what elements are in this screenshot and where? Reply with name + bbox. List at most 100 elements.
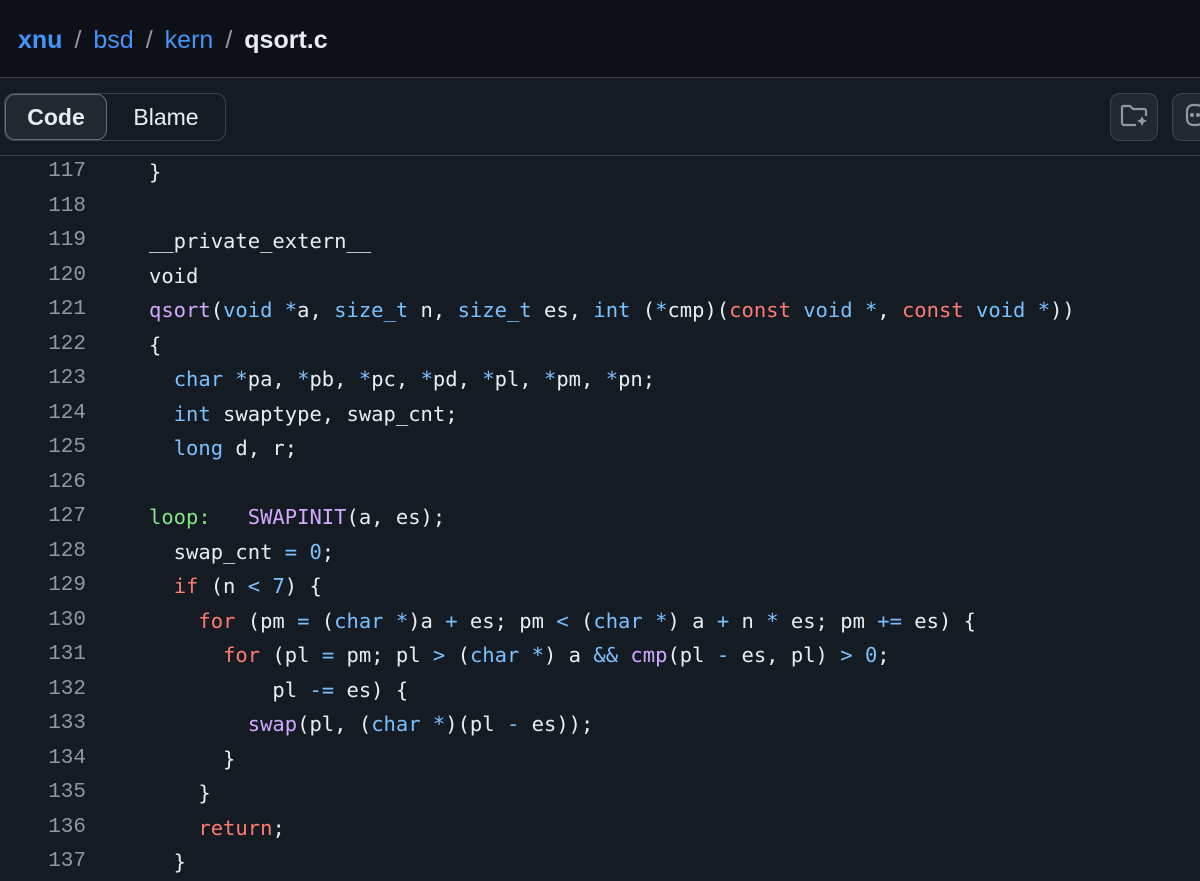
code-token: * <box>864 298 878 322</box>
code-line: 117} <box>0 155 1200 190</box>
copilot-folder-icon <box>1119 101 1149 134</box>
code-token: es)); <box>519 712 594 736</box>
code-token: + <box>716 608 730 633</box>
code-token: = <box>284 539 298 564</box>
code-token: (pl <box>667 643 717 667</box>
code-token: * <box>766 608 779 633</box>
line-number[interactable]: 136 <box>0 811 86 846</box>
code-token: ) a <box>667 608 717 633</box>
line-number[interactable]: 128 <box>0 535 86 570</box>
code-token: ( <box>445 643 470 667</box>
line-number[interactable]: 124 <box>0 397 86 432</box>
code-view-button[interactable]: Code <box>5 94 107 140</box>
code-token: + <box>445 608 458 633</box>
code-token: char <box>593 608 643 633</box>
code-token: pb, <box>309 367 359 391</box>
line-number[interactable]: 127 <box>0 500 86 535</box>
line-number[interactable]: 133 <box>0 707 86 742</box>
code-token: ( <box>568 608 594 633</box>
line-content: long d, r; <box>149 431 297 466</box>
line-number[interactable]: 123 <box>0 362 86 397</box>
code-token: n, <box>408 298 458 322</box>
line-content: } <box>149 155 161 190</box>
line-number[interactable]: 126 <box>0 466 86 501</box>
code-token: (pm <box>235 608 298 633</box>
code-token: (n <box>198 574 248 598</box>
code-token: > <box>840 643 853 667</box>
code-token: for <box>198 608 236 633</box>
breadcrumb-repo-link[interactable]: xnu <box>18 26 62 54</box>
line-number[interactable]: 121 <box>0 293 86 328</box>
code-token: pm, <box>556 367 606 391</box>
line-number[interactable]: 135 <box>0 776 86 811</box>
breadcrumb-separator: / <box>145 26 153 54</box>
line-number[interactable]: 129 <box>0 569 86 604</box>
line-number[interactable]: 120 <box>0 259 86 294</box>
line-content: int swaptype, swap_cnt; <box>149 397 458 432</box>
code-token: size_t <box>334 298 409 322</box>
code-token: es; pm <box>778 608 878 633</box>
code-token: ; <box>877 643 890 667</box>
code-token: pc, <box>371 367 421 391</box>
code-token: ) { <box>284 574 322 598</box>
code-token: * <box>482 367 495 391</box>
code-line: 131 for (pl = pm; pl > (char *) a && cmp… <box>0 638 1200 673</box>
breadcrumb: xnu / bsd / kern / qsort.c <box>18 24 328 56</box>
breadcrumb-separator: / <box>74 26 82 54</box>
file-header: xnu / bsd / kern / qsort.c <box>0 0 1200 78</box>
line-number[interactable]: 125 <box>0 431 86 466</box>
code-token: < <box>556 608 569 633</box>
line-number[interactable]: 134 <box>0 742 86 777</box>
code-token: qsort <box>149 298 211 322</box>
breadcrumb-dir-kern-link[interactable]: kern <box>165 26 214 54</box>
code-token: > <box>432 643 446 667</box>
line-content: { <box>149 328 161 363</box>
code-token: swaptype, swap_cnt; <box>210 401 458 426</box>
code-token: for <box>223 643 261 667</box>
code-token: const <box>729 298 791 322</box>
line-number[interactable]: 122 <box>0 328 86 363</box>
code-token: char <box>173 367 224 391</box>
code-token: * <box>432 712 446 736</box>
code-token: = <box>297 608 310 633</box>
code-token: } <box>149 746 236 771</box>
code-token: } <box>149 850 187 874</box>
code-token: es) { <box>901 608 977 633</box>
line-number[interactable]: 130 <box>0 604 86 639</box>
code-line: 133 swap(pl, (char *)(pl - es)); <box>0 707 1200 742</box>
blame-view-button[interactable]: Blame <box>107 94 225 140</box>
line-number[interactable]: 137 <box>0 845 86 880</box>
copilot-icon <box>1181 101 1200 134</box>
code-line: 118 <box>0 190 1200 225</box>
copilot-button[interactable] <box>1172 93 1200 141</box>
copilot-folder-button[interactable] <box>1110 93 1158 141</box>
line-number[interactable]: 131 <box>0 638 86 673</box>
code-token: es; pm <box>457 608 557 633</box>
code-token: es, pl) <box>729 643 841 667</box>
line-number[interactable]: 117 <box>0 155 86 190</box>
code-token: n <box>729 608 767 633</box>
code-token: d, r; <box>223 436 298 460</box>
line-number[interactable]: 119 <box>0 224 86 259</box>
breadcrumb-dir-bsd-link[interactable]: bsd <box>93 26 133 54</box>
line-number[interactable]: 132 <box>0 673 86 708</box>
line-number[interactable]: 118 <box>0 190 86 225</box>
code-token: * <box>358 367 372 391</box>
line-content: return; <box>149 811 284 846</box>
code-line: 130 for (pm = (char *)a + es; pm < (char… <box>0 604 1200 639</box>
code-token: pl, <box>494 367 544 391</box>
code-line: 124 int swaptype, swap_cnt; <box>0 397 1200 432</box>
code-token: 0 <box>864 643 878 667</box>
